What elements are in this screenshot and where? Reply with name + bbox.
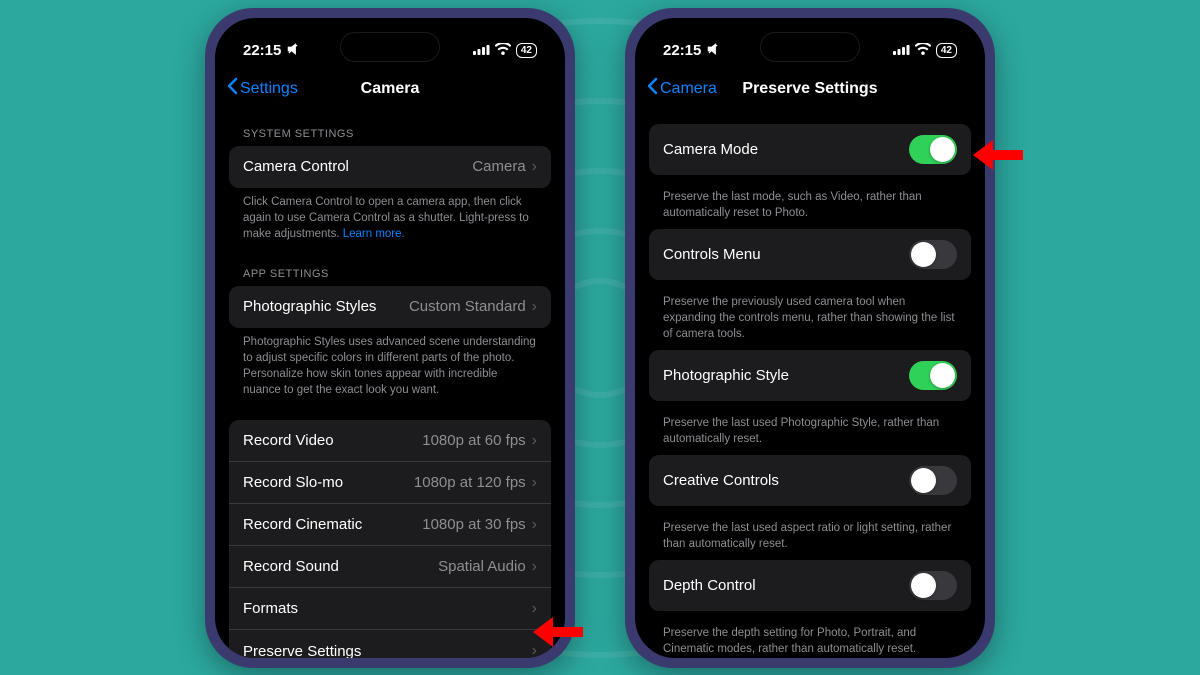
cell-formats[interactable]: Formats › — [229, 588, 551, 630]
cell-value: Camera — [472, 158, 525, 175]
cell-record-slomo[interactable]: Record Slo-mo 1080p at 120 fps › — [229, 462, 551, 504]
arrow-annotation-left — [533, 617, 583, 652]
cell-label: Photographic Style — [663, 367, 789, 384]
section-footer-system: Click Camera Control to open a camera ap… — [229, 188, 551, 250]
cell-label: Controls Menu — [663, 246, 761, 263]
cell-label: Photographic Styles — [243, 298, 376, 315]
cell-record-sound[interactable]: Record Sound Spatial Audio › — [229, 546, 551, 588]
cell-label: Record Video — [243, 432, 334, 449]
cell-label: Record Slo-mo — [243, 474, 343, 491]
section-footer: Preserve the last used Photographic Styl… — [649, 409, 971, 455]
section-footer-app: Photographic Styles uses advanced scene … — [229, 328, 551, 406]
cell-label: Creative Controls — [663, 472, 779, 489]
signal-icon — [893, 42, 910, 59]
cell-controls-menu: Controls Menu — [649, 229, 971, 280]
section-footer: Preserve the previously used camera tool… — [649, 288, 971, 350]
section-footer: Preserve the last used aspect ratio or l… — [649, 514, 971, 560]
section-header-system: SYSTEM SETTINGS — [229, 110, 551, 146]
cell-label: Formats — [243, 600, 298, 617]
wifi-icon — [495, 42, 511, 59]
status-time: 22:15 — [663, 42, 701, 59]
silent-icon — [286, 42, 300, 60]
back-label: Camera — [660, 80, 717, 98]
cell-value: 1080p at 60 fps — [422, 432, 525, 449]
wifi-icon — [915, 42, 931, 59]
back-button[interactable]: Camera — [647, 77, 717, 100]
toggle-controls-menu[interactable] — [909, 240, 957, 269]
back-button[interactable]: Settings — [227, 77, 298, 100]
phone-right: 22:15 42 Camera P — [625, 8, 995, 668]
cell-photographic-style: Photographic Style — [649, 350, 971, 401]
cell-label: Camera Control — [243, 158, 349, 175]
cell-record-cinematic[interactable]: Record Cinematic 1080p at 30 fps › — [229, 504, 551, 546]
toggle-camera-mode[interactable] — [909, 135, 957, 164]
cell-preserve-settings[interactable]: Preserve Settings › — [229, 630, 551, 657]
cell-photographic-styles[interactable]: Photographic Styles Custom Standard › — [229, 286, 551, 328]
cell-value: Spatial Audio — [438, 558, 526, 575]
section-header-app: APP SETTINGS — [229, 250, 551, 286]
chevron-right-icon: › — [532, 516, 537, 534]
page-title: Camera — [361, 80, 420, 98]
cell-label: Depth Control — [663, 577, 756, 594]
nav-bar: Settings Camera — [215, 68, 565, 110]
cell-value: 1080p at 30 fps — [422, 516, 525, 533]
toggle-photographic-style[interactable] — [909, 361, 957, 390]
page-title: Preserve Settings — [742, 80, 877, 98]
cell-depth-control: Depth Control — [649, 560, 971, 611]
section-footer: Preserve the last mode, such as Video, r… — [649, 183, 971, 229]
nav-bar: Camera Preserve Settings — [635, 68, 985, 110]
section-footer: Preserve the depth setting for Photo, Po… — [649, 619, 971, 657]
chevron-right-icon: › — [532, 158, 537, 176]
cell-label: Record Sound — [243, 558, 339, 575]
cell-value: Custom Standard — [409, 298, 526, 315]
dynamic-island — [340, 32, 440, 62]
cell-record-video[interactable]: Record Video 1080p at 60 fps › — [229, 420, 551, 462]
cell-label: Camera Mode — [663, 141, 758, 158]
toggle-creative-controls[interactable] — [909, 466, 957, 495]
signal-icon — [473, 42, 490, 59]
cell-label: Record Cinematic — [243, 516, 362, 533]
dynamic-island — [760, 32, 860, 62]
cell-value: 1080p at 120 fps — [414, 474, 526, 491]
cell-camera-mode: Camera Mode — [649, 124, 971, 175]
chevron-right-icon: › — [532, 298, 537, 316]
back-label: Settings — [240, 80, 298, 98]
chevron-right-icon: › — [532, 474, 537, 492]
chevron-left-icon — [647, 77, 658, 100]
chevron-right-icon: › — [532, 600, 537, 618]
phone-left: 22:15 42 Settings — [205, 8, 575, 668]
cell-camera-control[interactable]: Camera Control Camera › — [229, 146, 551, 188]
battery-icon: 42 — [936, 43, 957, 58]
arrow-annotation-right — [973, 140, 1023, 175]
toggle-depth-control[interactable] — [909, 571, 957, 600]
chevron-left-icon — [227, 77, 238, 100]
chevron-right-icon: › — [532, 558, 537, 576]
status-time: 22:15 — [243, 42, 281, 59]
battery-icon: 42 — [516, 43, 537, 58]
learn-more-link[interactable]: Learn more. — [343, 228, 405, 240]
cell-label: Preserve Settings — [243, 643, 361, 658]
silent-icon — [706, 42, 720, 60]
cell-creative-controls: Creative Controls — [649, 455, 971, 506]
chevron-right-icon: › — [532, 432, 537, 450]
